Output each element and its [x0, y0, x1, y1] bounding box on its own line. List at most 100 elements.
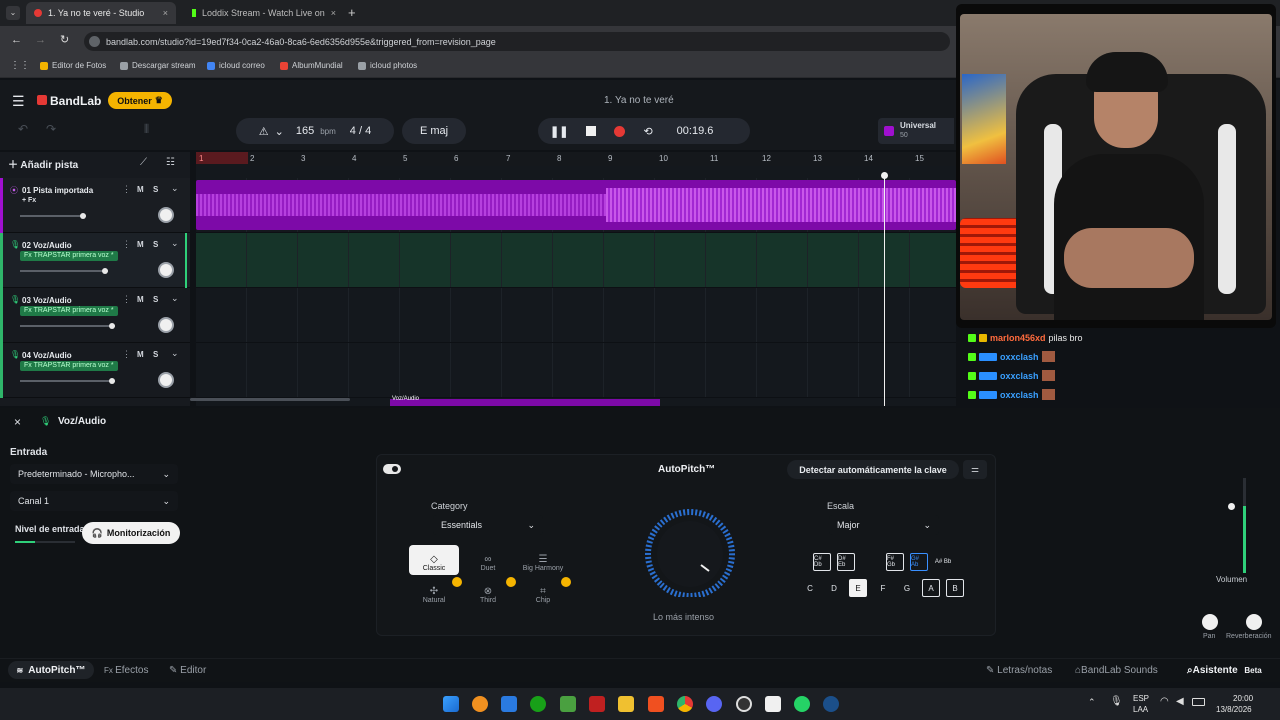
solo-button[interactable]: S: [153, 295, 158, 304]
mute-button[interactable]: M: [137, 295, 144, 304]
mode-duet[interactable]: ∞ Duet: [463, 545, 513, 575]
url-field[interactable]: bandlab.com/studio?id=19ed7f34-0ca2-46a0…: [84, 32, 950, 51]
chevron-down-icon[interactable]: ⌄: [171, 238, 179, 249]
tab-editor[interactable]: ✎ Editor: [169, 665, 206, 676]
key-g[interactable]: G: [898, 579, 916, 597]
volume-slider[interactable]: [20, 213, 86, 219]
monitor-button[interactable]: 🎧 Monitorización: [82, 522, 180, 544]
chevron-down-icon[interactable]: ⌄: [171, 293, 179, 304]
wand-icon[interactable]: ⟋: [140, 157, 147, 168]
bookmark-item[interactable]: AlbumMundial: [280, 61, 343, 70]
solo-button[interactable]: S: [153, 240, 158, 249]
tab-lyrics[interactable]: ✎ Letras/notas: [986, 665, 1052, 676]
brave-icon[interactable]: [648, 696, 664, 712]
timeline-ruler[interactable]: 1 2 3 4 5 6 7 8 9 10 11 12 13 14 15: [196, 152, 956, 166]
playhead-handle[interactable]: [881, 172, 888, 179]
chevron-down-icon[interactable]: ⌄: [275, 125, 284, 138]
widgets-icon[interactable]: [472, 696, 488, 712]
tab-studio[interactable]: 1. Ya no te veré - Studio ×: [26, 2, 176, 24]
microphone-icon[interactable]: 🎙: [1110, 696, 1123, 707]
track-01[interactable]: ⦿ 01 Pista importada + Fx ⋮ M S ⌄: [0, 178, 190, 233]
forward-icon[interactable]: →: [35, 34, 46, 46]
mode-classic[interactable]: ◇ Classic: [409, 545, 459, 575]
bpm-value[interactable]: 165: [296, 125, 314, 137]
solo-button[interactable]: S: [153, 185, 158, 194]
stop-icon[interactable]: [586, 126, 597, 136]
chat-user[interactable]: oxxclash: [1000, 390, 1039, 400]
mixer-icon[interactable]: ⫴: [144, 122, 149, 137]
whatsapp-icon[interactable]: [794, 696, 810, 712]
apps-grid-icon[interactable]: ⋮⋮: [10, 60, 30, 71]
fx-preset-tag[interactable]: Fx TRAPSTAR primera voz *: [20, 306, 118, 316]
volume-fader-handle[interactable]: [1228, 503, 1235, 510]
volume-fader-track[interactable]: [1243, 478, 1246, 573]
track-menu-icon[interactable]: ⋮: [122, 349, 131, 360]
intensity-dial[interactable]: [635, 507, 745, 599]
mode-big-harmony[interactable]: ☰ Big Harmony: [518, 545, 568, 575]
close-icon[interactable]: ×: [163, 8, 168, 18]
bookmark-item[interactable]: icloud photos: [358, 61, 417, 70]
key-c[interactable]: C: [801, 579, 819, 597]
chevron-down-icon[interactable]: ⌄: [171, 348, 179, 359]
plugin-power-toggle[interactable]: [383, 464, 401, 474]
tab-sounds[interactable]: ⌂BandLab Sounds: [1075, 665, 1158, 676]
volume-slider[interactable]: [20, 268, 108, 274]
channel-select[interactable]: Canal 1 ⌄: [10, 491, 178, 511]
new-tab-icon[interactable]: +: [348, 5, 356, 20]
key-b[interactable]: B: [946, 579, 964, 597]
audio-clip[interactable]: [196, 180, 956, 230]
key-a[interactable]: A: [922, 579, 940, 597]
obs-icon[interactable]: [736, 696, 752, 712]
mute-button[interactable]: M: [137, 350, 144, 359]
pan-knob[interactable]: [158, 372, 174, 388]
menu-icon[interactable]: ☰: [12, 93, 25, 110]
get-button[interactable]: Obtener ♛: [108, 92, 172, 109]
key-d[interactable]: D: [825, 579, 843, 597]
pan-knob[interactable]: [1202, 614, 1218, 630]
bookmark-item[interactable]: Editor de Fotos: [40, 61, 106, 70]
track-02[interactable]: 🎙 02 Voz/Audio Fx TRAPSTAR primera voz *…: [0, 233, 190, 288]
partial-clip[interactable]: Voz/Audio: [390, 396, 660, 406]
horizontal-scrollbar[interactable]: [190, 398, 350, 401]
key-f[interactable]: F: [874, 579, 892, 597]
close-icon[interactable]: ×: [14, 415, 21, 429]
key-selector[interactable]: E maj: [402, 118, 466, 144]
store-icon[interactable]: [501, 696, 517, 712]
tab-stream[interactable]: Loddix Stream - Watch Live on ×: [184, 2, 344, 24]
mute-button[interactable]: M: [137, 240, 144, 249]
folder-icon[interactable]: [618, 696, 634, 712]
time-signature[interactable]: 4 / 4: [350, 125, 371, 137]
lane-01[interactable]: [196, 178, 956, 233]
category-select[interactable]: Essentials ⌄: [433, 515, 543, 535]
pan-knob[interactable]: [158, 262, 174, 278]
solo-button[interactable]: S: [153, 350, 158, 359]
track-lanes[interactable]: Voz/Audio: [190, 166, 956, 406]
chat-user[interactable]: oxxclash: [1000, 352, 1039, 362]
chrome-icon[interactable]: [677, 696, 693, 712]
tab-assistant[interactable]: ⌕Asistente Beta: [1187, 665, 1262, 676]
pan-knob[interactable]: [158, 207, 174, 223]
pan-knob[interactable]: [158, 317, 174, 333]
track-settings-icon[interactable]: ☷: [166, 157, 175, 168]
bookmark-item[interactable]: Descargar stream: [120, 61, 196, 70]
volume-slider[interactable]: [20, 323, 115, 329]
key-c-sharp[interactable]: C# Db: [813, 553, 831, 571]
record-button[interactable]: [614, 125, 626, 137]
add-fx-button[interactable]: + Fx: [22, 197, 36, 204]
language-indicator[interactable]: ESP: [1133, 694, 1149, 703]
reverb-knob[interactable]: [1246, 614, 1262, 630]
capcut-icon[interactable]: [765, 696, 781, 712]
pause-icon[interactable]: ❚❚: [550, 125, 568, 138]
loop-icon[interactable]: ⟲: [643, 125, 652, 138]
minecraft-icon[interactable]: [560, 696, 576, 712]
playhead[interactable]: [884, 176, 885, 406]
lane-02[interactable]: [196, 233, 956, 288]
windows-start-icon[interactable]: [443, 696, 459, 712]
volume-slider[interactable]: [20, 378, 115, 384]
track-menu-icon[interactable]: ⋮: [122, 294, 131, 305]
chevron-down-icon[interactable]: ⌄: [171, 183, 179, 194]
redo-icon[interactable]: ↷: [46, 122, 56, 136]
lane-04[interactable]: [196, 343, 956, 398]
track-04[interactable]: 🎙 04 Voz/Audio Fx TRAPSTAR primera voz *…: [0, 343, 190, 398]
tab-effects[interactable]: Fx Efectos: [104, 665, 148, 676]
